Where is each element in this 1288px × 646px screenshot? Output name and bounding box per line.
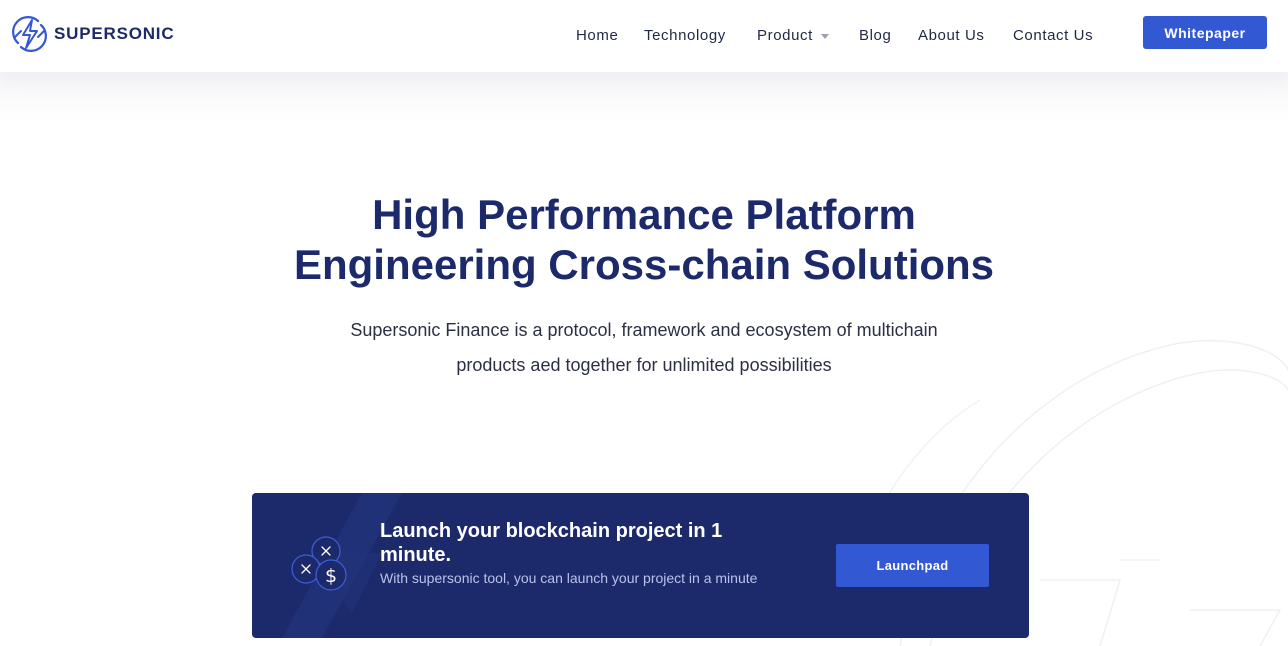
- hero-title: High Performance Platform Engineering Cr…: [0, 190, 1288, 290]
- site-header: SUPERSONIC Home Technology Product Blog …: [0, 0, 1288, 72]
- hero-subtitle: Supersonic Finance is a protocol, framew…: [0, 313, 1288, 383]
- brand-name: SUPERSONIC: [54, 24, 175, 43]
- nav-blog[interactable]: Blog: [859, 24, 891, 46]
- nav-about-us[interactable]: About Us: [918, 24, 985, 46]
- header-shadow: [0, 72, 1288, 122]
- brand-logo[interactable]: SUPERSONIC: [12, 15, 174, 53]
- hero-title-line-1: High Performance Platform: [372, 191, 916, 238]
- hero-subtitle-line-1: Supersonic Finance is a protocol, framew…: [350, 320, 938, 340]
- banner-title: Launch your blockchain project in 1 minu…: [380, 520, 723, 566]
- nav-technology[interactable]: Technology: [644, 24, 726, 46]
- whitepaper-button[interactable]: Whitepaper: [1143, 16, 1267, 49]
- launchpad-button[interactable]: Launchpad: [836, 544, 989, 587]
- hero-title-line-2: Engineering Cross-chain Solutions: [293, 241, 995, 288]
- coins-icon: $: [291, 536, 347, 591]
- lightning-circle-icon: [12, 16, 47, 52]
- caret-down-icon: [820, 33, 829, 39]
- nav-home[interactable]: Home: [576, 24, 618, 46]
- svg-text:$: $: [325, 565, 337, 587]
- nav-product-label: Product: [757, 26, 813, 44]
- launchpad-banner: $ Launch your blockchain project in 1 mi…: [252, 493, 1029, 638]
- banner-description: With supersonic tool, you can launch you…: [380, 570, 758, 586]
- nav-contact-us[interactable]: Contact Us: [1013, 24, 1093, 46]
- nav-product[interactable]: Product: [757, 24, 829, 46]
- hero-subtitle-line-2: products aed together for unlimited poss…: [456, 355, 832, 375]
